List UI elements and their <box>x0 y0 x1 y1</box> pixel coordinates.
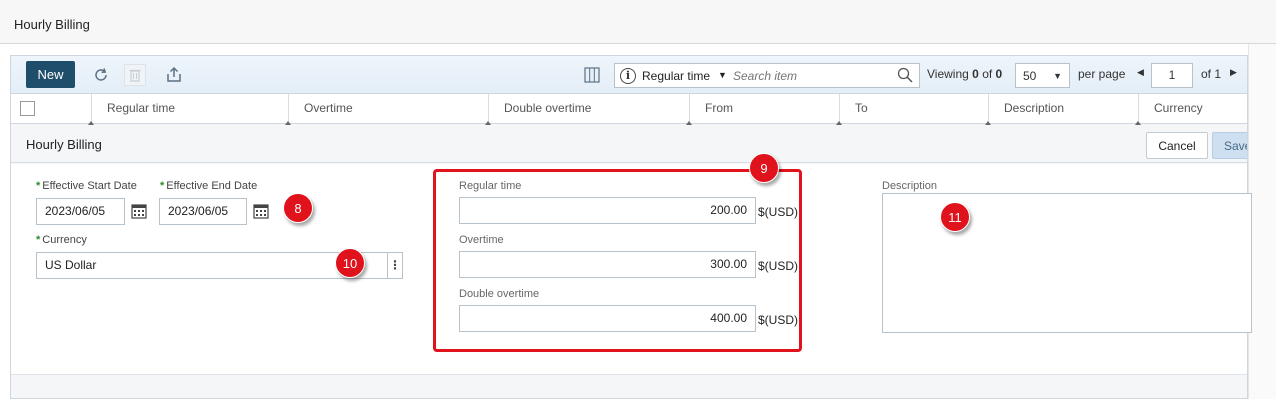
prev-page-icon[interactable]: ◀ <box>1137 67 1144 78</box>
form-header: Hourly Billing Cancel Save <box>11 125 1247 163</box>
calendar-icon[interactable] <box>131 203 147 219</box>
column-double-overtime[interactable]: Double overtime <box>485 94 689 125</box>
chevron-down-icon: ▼ <box>1053 71 1062 81</box>
column-from[interactable]: From <box>686 94 839 125</box>
grid-toolbar: New i Regular time ▼ Viewing 0 of 0 50 ▼… <box>11 56 1247 94</box>
column-description[interactable]: Description <box>985 94 1138 125</box>
callout-10: 10 <box>335 248 365 278</box>
page-header: Hourly Billing <box>0 0 1276 44</box>
delete-icon[interactable] <box>124 64 146 86</box>
search-filter-label[interactable]: Regular time <box>642 69 710 83</box>
search-input[interactable] <box>733 66 893 85</box>
per-page-label: per page <box>1078 67 1126 81</box>
viewing-count: Viewing 0 of 0 <box>927 67 1003 81</box>
columns-icon[interactable] <box>581 64 603 86</box>
column-to[interactable]: To <box>836 94 988 125</box>
refresh-icon[interactable] <box>90 64 112 86</box>
effective-start-field[interactable]: 2023/06/05 <box>36 198 125 225</box>
column-overtime[interactable]: Overtime <box>285 94 488 125</box>
column-currency[interactable]: Currency <box>1135 94 1247 125</box>
grid-header: Regular time Overtime Double overtime Fr… <box>11 94 1247 125</box>
page-total: of 1 <box>1201 67 1222 81</box>
new-button[interactable]: New <box>26 61 75 88</box>
save-button[interactable]: Save <box>1212 132 1247 159</box>
form-title: Hourly Billing <box>26 137 102 152</box>
calendar-icon[interactable] <box>253 203 269 219</box>
chevron-down-icon[interactable]: ▼ <box>718 70 727 80</box>
effective-start-label: * Effective Start Date <box>36 180 137 192</box>
description-field[interactable] <box>882 193 1252 333</box>
next-page-icon[interactable]: ▶ <box>1230 67 1237 78</box>
column-regular-time[interactable]: Regular time <box>88 94 288 125</box>
export-icon[interactable] <box>163 64 185 86</box>
cancel-button[interactable]: Cancel <box>1146 132 1208 159</box>
currency-label: * Currency <box>36 234 87 246</box>
effective-end-field[interactable]: 2023/06/05 <box>159 198 247 225</box>
description-label: Description <box>882 180 938 192</box>
per-page-select[interactable]: 50 ▼ <box>1015 63 1070 88</box>
callout-8: 8 <box>283 193 313 223</box>
callout-9: 9 <box>749 153 779 183</box>
info-icon[interactable]: i <box>620 68 636 84</box>
right-gutter <box>1248 44 1276 399</box>
page-number-input[interactable]: 1 <box>1151 63 1193 88</box>
effective-end-label: * Effective End Date <box>160 180 258 192</box>
more-vertical-icon[interactable]: ⋮ <box>387 252 403 279</box>
select-all-checkbox[interactable] <box>20 101 35 116</box>
search-icon[interactable] <box>897 67 913 83</box>
search-box: i Regular time ▼ <box>614 63 920 88</box>
highlight-box <box>433 169 802 352</box>
callout-11: 11 <box>940 202 970 232</box>
page-title: Hourly Billing <box>14 17 90 32</box>
